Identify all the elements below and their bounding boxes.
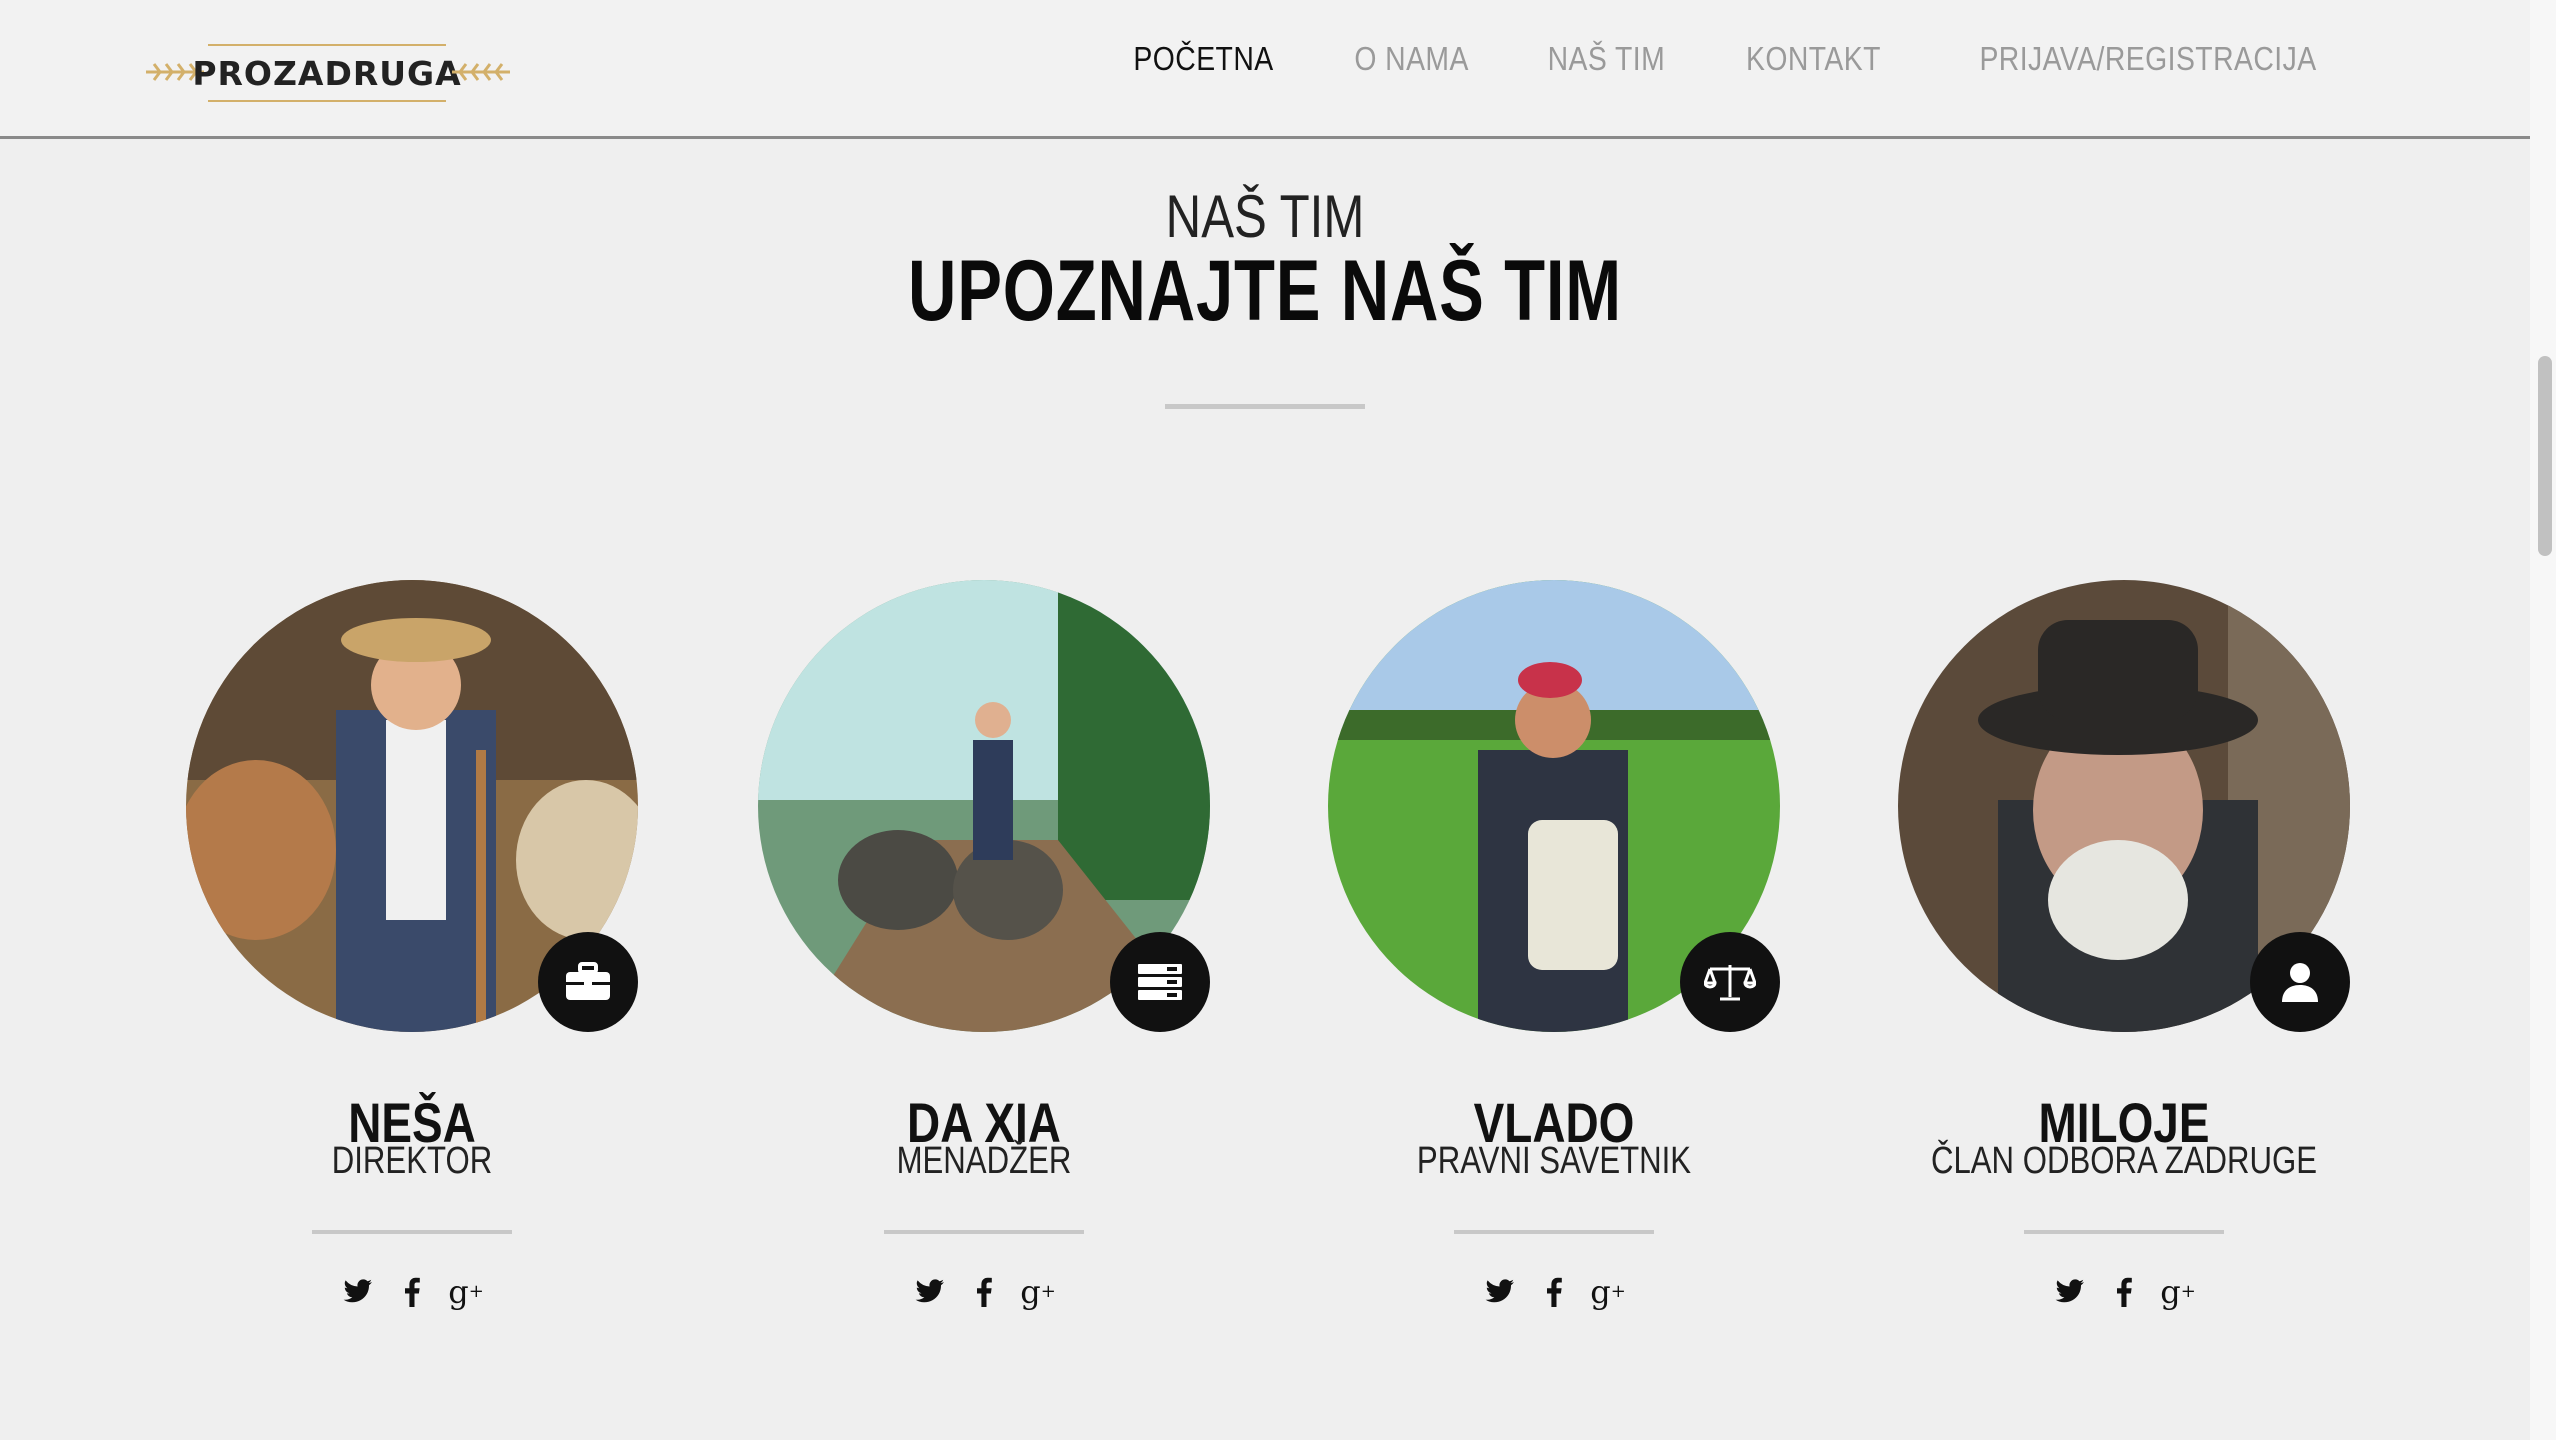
- nav-item-prijava-registracija[interactable]: PRIJAVA/REGISTRACIJA: [1979, 40, 2316, 78]
- google-plus-icon[interactable]: g +: [2160, 1276, 2196, 1308]
- member-role: ČLAN ODBORA ZADRUGE: [1930, 1140, 2318, 1182]
- section-subtitle: NAŠ TIM: [1165, 183, 1365, 250]
- member-divider: [2024, 1230, 2224, 1234]
- member-socials: g +: [758, 1276, 1210, 1308]
- twitter-icon[interactable]: [342, 1276, 374, 1308]
- facebook-icon[interactable]: [968, 1276, 1000, 1308]
- facebook-icon[interactable]: [396, 1276, 428, 1308]
- member-role: PRAVNI SAVETNIK: [1416, 1140, 1692, 1182]
- member-divider: [884, 1230, 1084, 1234]
- twitter-icon[interactable]: [1484, 1276, 1516, 1308]
- site-logo[interactable]: PROZADRUGA: [146, 40, 510, 104]
- wheat-icon: [452, 63, 510, 81]
- nav-item-nas-tim[interactable]: NAŠ TIM: [1548, 40, 1666, 78]
- twitter-icon[interactable]: [914, 1276, 946, 1308]
- member-socials: g +: [1898, 1276, 2350, 1308]
- section-divider: [1165, 404, 1365, 409]
- member-socials: g +: [186, 1276, 638, 1308]
- facebook-icon[interactable]: [1538, 1276, 1570, 1308]
- google-plus-icon[interactable]: g +: [1020, 1276, 1056, 1308]
- google-plus-icon[interactable]: g +: [448, 1276, 484, 1308]
- scrollbar[interactable]: [2530, 0, 2556, 1440]
- member-role: MENADŽER: [896, 1140, 1072, 1182]
- google-plus-icon[interactable]: g +: [1590, 1276, 1626, 1308]
- nav-item-kontakt[interactable]: KONTAKT: [1746, 40, 1881, 78]
- twitter-icon[interactable]: [2054, 1276, 2086, 1308]
- nav-item-o-nama[interactable]: O NAMA: [1354, 40, 1469, 78]
- scale-icon[interactable]: [1680, 932, 1780, 1032]
- briefcase-icon[interactable]: [538, 932, 638, 1032]
- site-header: PROZADRUGA POČETNA O NAMA NAŠ TIM KONTAK…: [0, 0, 2530, 139]
- member-divider: [312, 1230, 512, 1234]
- section-title: UPOZNAJTE NAŠ TIM: [908, 243, 1622, 339]
- member-divider: [1454, 1230, 1654, 1234]
- member-socials: g +: [1328, 1276, 1780, 1308]
- logo-text: PROZADRUGA: [192, 44, 461, 102]
- user-icon[interactable]: [2250, 932, 2350, 1032]
- nav-item-pocetna[interactable]: POČETNA: [1134, 40, 1274, 78]
- scrollbar-thumb[interactable]: [2538, 356, 2552, 556]
- member-role: DIREKTOR: [331, 1140, 493, 1182]
- server-icon[interactable]: [1110, 932, 1210, 1032]
- facebook-icon[interactable]: [2108, 1276, 2140, 1308]
- main-nav: POČETNA O NAMA NAŠ TIM KONTAKT PRIJAVA/R…: [1122, 40, 2344, 78]
